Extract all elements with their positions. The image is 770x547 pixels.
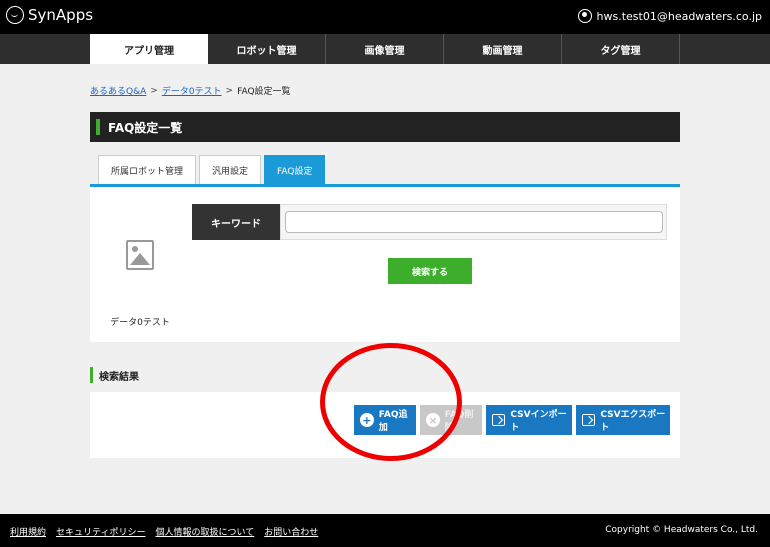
csv-export-label: CSVエクスポート	[600, 410, 666, 433]
results-heading: 検索結果	[90, 367, 139, 383]
image-placeholder-icon	[126, 240, 154, 270]
page-title-bar: FAQ設定一覧	[90, 112, 680, 142]
keyword-label: キーワード	[192, 204, 280, 240]
top-bar: SynApps hws.test01@headwaters.co.jp	[0, 0, 770, 34]
page-title: FAQ設定一覧	[108, 120, 183, 135]
breadcrumb: あるあるQ&A > データ0テスト > FAQ設定一覧	[90, 84, 291, 98]
search-button[interactable]: 検索する	[388, 258, 472, 284]
csv-import-button[interactable]: CSVインポート	[486, 405, 572, 435]
csv-export-button[interactable]: CSVエクスポート	[576, 405, 670, 435]
tab-general-settings[interactable]: 汎用設定	[199, 155, 262, 184]
user-menu[interactable]: hws.test01@headwaters.co.jp	[577, 9, 762, 23]
breadcrumb-link-robot[interactable]: データ0テスト	[162, 84, 222, 97]
smile-logo-icon	[6, 6, 24, 24]
nav-item-robot[interactable]: ロボット管理	[208, 34, 326, 64]
tab-bar: 所属ロボット管理 汎用設定 FAQ設定	[90, 155, 680, 187]
user-email: hws.test01@headwaters.co.jp	[596, 9, 762, 23]
tab-faq-settings[interactable]: FAQ設定	[264, 155, 326, 184]
keyword-field-wrap	[280, 204, 667, 240]
annotation-highlight-oval	[320, 343, 462, 461]
breadcrumb-current: FAQ設定一覧	[237, 87, 291, 97]
brand-logo[interactable]: SynApps	[6, 6, 93, 24]
search-panel: データ0テスト キーワード 検索する	[90, 187, 680, 342]
breadcrumb-separator: >	[225, 85, 234, 96]
user-icon	[577, 9, 592, 23]
title-accent	[96, 119, 100, 135]
footer-link-contact[interactable]: お問い合わせ	[264, 525, 318, 538]
main-nav: アプリ管理 ロボット管理 画像管理 動画管理 タグ管理	[0, 34, 770, 64]
footer: 利用規約 セキュリティポリシー 個人情報の取扱について お問い合わせ Copyr…	[0, 514, 770, 547]
import-icon	[492, 414, 506, 426]
breadcrumb-separator: >	[150, 85, 158, 96]
footer-link-privacy[interactable]: 個人情報の取扱について	[155, 525, 254, 538]
robot-name: データ0テスト	[110, 318, 170, 328]
footer-link-terms[interactable]: 利用規約	[10, 525, 46, 538]
footer-link-security[interactable]: セキュリティポリシー	[56, 525, 145, 538]
keyword-input[interactable]	[285, 211, 663, 233]
nav-item-video[interactable]: 動画管理	[444, 34, 562, 64]
tab-robot-membership[interactable]: 所属ロボット管理	[98, 155, 197, 184]
export-icon	[582, 414, 596, 426]
results-accent	[90, 367, 93, 383]
brand-name: SynApps	[28, 6, 94, 24]
nav-item-tag[interactable]: タグ管理	[562, 34, 680, 64]
nav-item-app[interactable]: アプリ管理	[90, 34, 208, 64]
copyright: Copyright © Headwaters Co., Ltd.	[605, 525, 758, 535]
nav-item-image[interactable]: 画像管理	[326, 34, 444, 64]
breadcrumb-link-app[interactable]: あるあるQ&A	[90, 84, 146, 97]
csv-import-label: CSVインポート	[510, 410, 567, 433]
results-title: 検索結果	[99, 371, 139, 383]
